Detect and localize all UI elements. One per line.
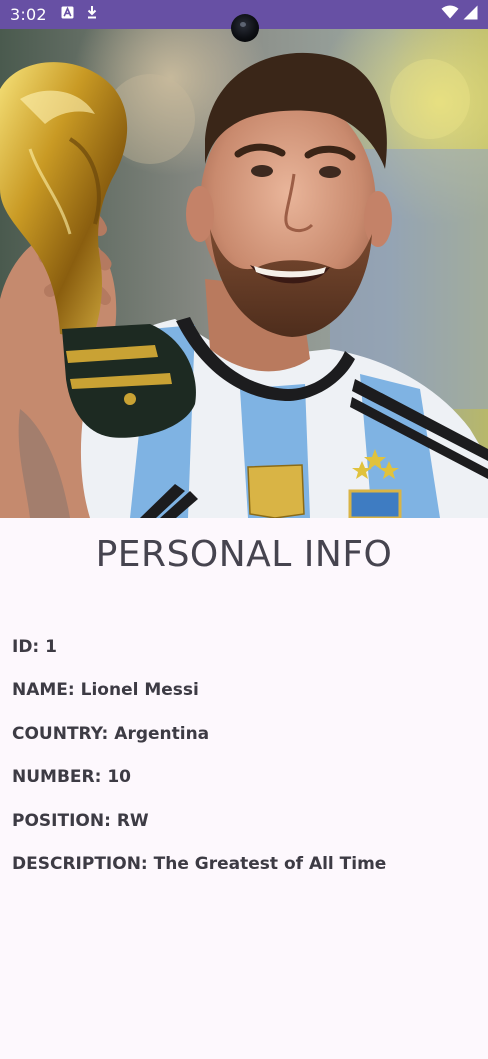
personal-info-list: ID: 1 NAME: Lionel Messi COUNTRY: Argent… [12,636,386,896]
player-photo [0,29,488,518]
position-value: RW [116,810,149,831]
description-value: The Greatest of All Time [153,853,387,874]
info-row-number: NUMBER: 10 [12,766,386,809]
info-row-id: ID: 1 [12,636,386,679]
info-row-name: NAME: Lionel Messi [12,679,386,722]
wifi-icon [441,5,459,24]
position-label: POSITION: [12,810,111,831]
info-row-position: POSITION: RW [12,810,386,853]
description-label: DESCRIPTION: [12,853,148,874]
id-label: ID: [12,637,40,657]
number-label: NUMBER: [12,767,102,788]
name-label: NAME: [12,680,75,701]
status-system-icons [441,5,478,25]
country-value: Argentina [114,723,210,744]
info-row-country: COUNTRY: Argentina [12,723,386,766]
text-a-icon [61,6,74,24]
player-photo-illustration [0,29,488,518]
id-value: 1 [45,637,58,657]
signal-icon [463,5,478,25]
status-time: 3:02 [10,5,47,24]
download-arrow-icon [86,5,98,24]
camera-cutout [231,14,259,42]
number-value: 10 [107,767,132,788]
info-row-description: DESCRIPTION: The Greatest of All Time [12,853,386,896]
page-title: PERSONAL INFO [95,534,393,575]
name-value: Lionel Messi [80,680,199,701]
country-label: COUNTRY: [12,723,109,744]
status-notification-icons [61,5,98,24]
